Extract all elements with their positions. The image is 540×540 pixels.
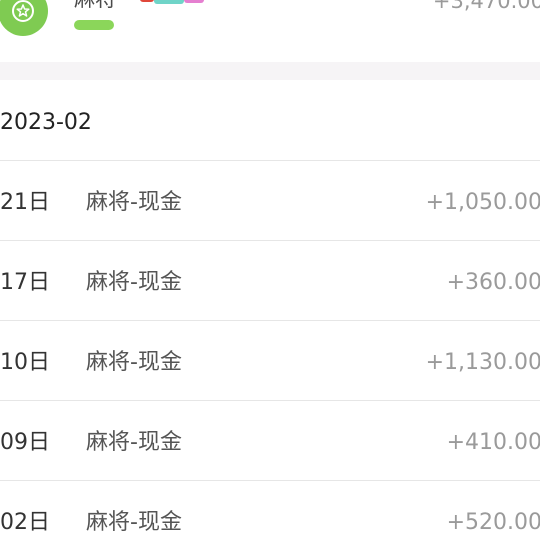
- record-list: 21日 麻将-现金 +1,050.00 17日 麻将-现金 +360.00 10…: [0, 160, 540, 540]
- category-icon-badge: [0, 0, 48, 36]
- record-day: 09日: [0, 430, 50, 455]
- category-name: 麻将: [74, 0, 116, 12]
- record-row[interactable]: 09日 麻将-现金 +410.00: [0, 400, 540, 480]
- record-category: 麻将-现金: [86, 270, 182, 295]
- record-amount: +360.00: [446, 270, 540, 295]
- record-amount: +1,050.00: [425, 190, 540, 215]
- record-day: 21日: [0, 190, 50, 215]
- record-category: 麻将-现金: [86, 510, 182, 535]
- record-category: 麻将-现金: [86, 190, 182, 215]
- record-day: 10日: [0, 350, 50, 375]
- record-row[interactable]: 02日 麻将-现金 +520.00: [0, 480, 540, 540]
- category-total-amount: +3,470.00: [432, 0, 540, 13]
- ledger-screen: 麻将 +3,470.00 2023-02 21日 麻将-现金 +1,050.00…: [0, 0, 540, 540]
- record-row[interactable]: 10日 麻将-现金 +1,130.00: [0, 320, 540, 400]
- record-amount: +520.00: [446, 510, 540, 535]
- star-badge-icon: [12, 0, 34, 22]
- record-amount: +1,130.00: [425, 350, 540, 375]
- record-row[interactable]: 21日 麻将-现金 +1,050.00: [0, 160, 540, 240]
- record-category: 麻将-现金: [86, 430, 182, 455]
- record-row[interactable]: 17日 麻将-现金 +360.00: [0, 240, 540, 320]
- sticker-decoration: [140, 0, 204, 4]
- month-header: 2023-02: [0, 80, 540, 160]
- record-category: 麻将-现金: [86, 350, 182, 375]
- category-tag-pill: [74, 20, 114, 30]
- category-summary-card[interactable]: 麻将 +3,470.00: [0, 0, 540, 62]
- month-label: 2023-02: [0, 110, 92, 135]
- record-amount: +410.00: [446, 430, 540, 455]
- record-day: 17日: [0, 270, 50, 295]
- section-divider: [0, 62, 540, 80]
- record-day: 02日: [0, 510, 50, 535]
